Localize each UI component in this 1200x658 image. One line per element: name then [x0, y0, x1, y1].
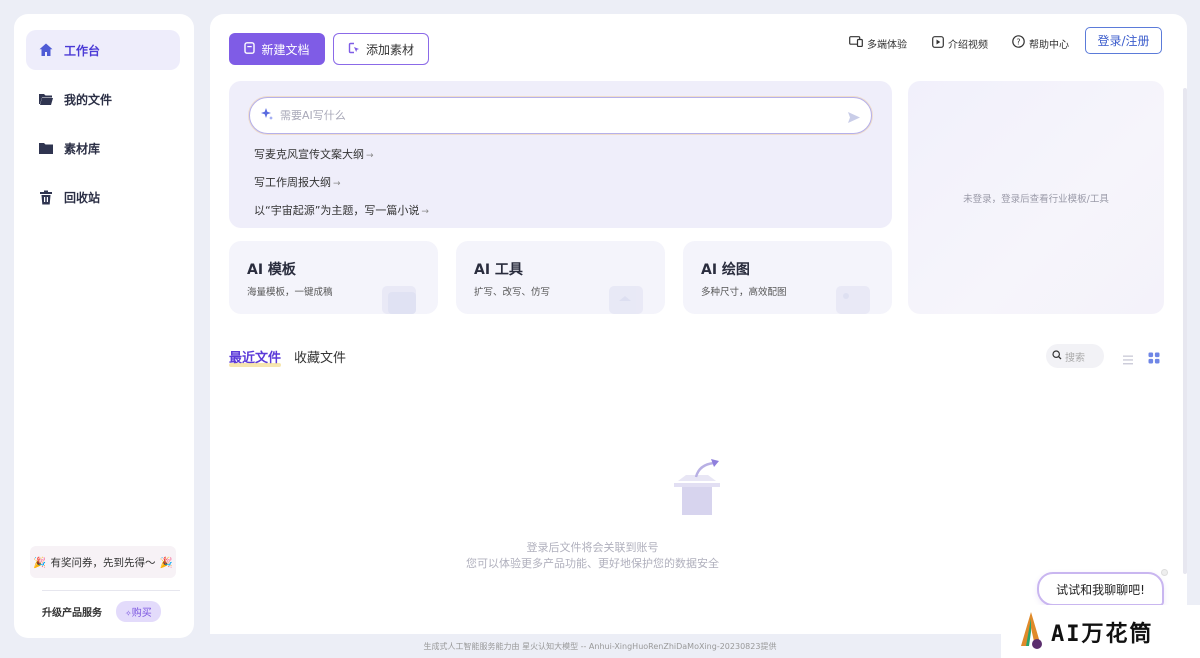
sparkle-icon [260, 106, 274, 125]
multi-device-label: 多端体验 [867, 39, 907, 51]
help-center-label: 帮助中心 [1029, 39, 1069, 51]
add-material-label: 添加素材 [365, 42, 414, 57]
industry-templates-card: 未登录，登录后查看行业模板/工具 [908, 81, 1164, 314]
devices-icon [849, 36, 863, 50]
sidebar-item-trash[interactable]: 回收站 [26, 177, 180, 217]
send-icon[interactable] [847, 109, 861, 128]
ai-writing-panel: 写麦克风宣传文案大纲→ 写工作周报大纲→ 以“宇宙起源”为主题，写一篇小说→ [229, 81, 892, 228]
template-illustration-icon [380, 282, 420, 314]
add-material-button[interactable]: 添加素材 [333, 33, 429, 65]
upgrade-section: 升级产品服务 ✧购买 [42, 601, 161, 622]
sidebar-item-label: 我的文件 [64, 92, 113, 107]
empty-state-subtitle: 您可以体验更多产品功能、更好地保护您的数据安全 [466, 557, 719, 570]
file-tabs: 最近文件 收藏文件 [229, 347, 346, 367]
play-icon [932, 35, 944, 51]
card-title: AI 模板 [247, 262, 296, 278]
search-placeholder: 搜索 [1065, 352, 1085, 364]
prompt-suggestion[interactable]: 写麦克风宣传文案大纲 → [254, 146, 374, 162]
cursor-select-icon [348, 42, 360, 57]
sparkle-icon: ✧ [125, 609, 132, 618]
multi-device-link[interactable]: 多端体验 [849, 36, 907, 51]
folder-open-icon [38, 91, 54, 107]
ai-prompt-box [249, 97, 872, 134]
promo-text: 有奖问券，先到先得～ [50, 556, 156, 569]
intro-video-label: 介绍视频 [948, 39, 988, 51]
buy-button[interactable]: ✧购买 [116, 601, 161, 622]
search-icon [1052, 349, 1062, 363]
sidebar-item-workbench[interactable]: 工作台 [26, 30, 180, 70]
ai-template-card[interactable]: AI 模板 海量模板，一键成稿 [229, 241, 438, 314]
intro-video-link[interactable]: 介绍视频 [932, 35, 988, 51]
buy-label: 购买 [131, 608, 152, 619]
empty-box-icon [668, 459, 726, 521]
sidebar-item-label: 回收站 [64, 190, 101, 205]
sidebar: 工作台 我的文件 素材库 回收站 🎉 有奖问券，先到先得～ 🎉 升级产品服务 ✧… [14, 14, 194, 638]
grid-view-icon[interactable] [1148, 349, 1160, 368]
image-illustration-icon [834, 282, 874, 314]
list-view-icon[interactable] [1122, 350, 1134, 369]
scrollbar[interactable] [1183, 88, 1187, 574]
prompt-suggestion[interactable]: 以“宇宙起源”为主题，写一篇小说 → [254, 202, 429, 218]
survey-promo-banner[interactable]: 🎉 有奖问券，先到先得～ 🎉 [30, 546, 176, 578]
suggestion-text: 写麦克风宣传文案大纲 [254, 148, 364, 161]
new-document-button[interactable]: 新建文档 [229, 33, 325, 65]
folder-icon [38, 140, 54, 156]
arrow-right-icon: → [333, 179, 341, 189]
watermark-logo: AI万花筒 [1001, 605, 1200, 658]
home-icon [38, 42, 54, 58]
party-popper-icon: 🎉 [33, 556, 47, 569]
suggestion-text: 写工作周报大纲 [254, 176, 331, 189]
card-title: AI 绘图 [701, 262, 750, 278]
svg-text:?: ? [1016, 37, 1020, 46]
document-icon [244, 41, 256, 57]
login-register-button[interactable]: 登录/注册 [1085, 27, 1162, 54]
ai-drawing-card[interactable]: AI 绘图 多种尺寸，高效配图 [683, 241, 892, 314]
new-document-label: 新建文档 [261, 42, 310, 57]
trash-icon [38, 189, 54, 205]
prompt-suggestion[interactable]: 写工作周报大纲 → [254, 174, 341, 190]
upgrade-label: 升级产品服务 [42, 608, 102, 619]
tab-recent-files[interactable]: 最近文件 [229, 347, 282, 367]
tab-favorite-files[interactable]: 收藏文件 [294, 347, 346, 366]
logo-icon [1019, 610, 1045, 654]
chat-assistant-button[interactable]: 试试和我聊聊吧! [1037, 572, 1164, 606]
arrow-right-icon: → [421, 207, 429, 217]
ai-prompt-input[interactable] [280, 109, 871, 122]
party-popper-icon: 🎉 [159, 556, 173, 569]
sidebar-item-label: 工作台 [64, 43, 101, 58]
divider [42, 590, 180, 591]
sidebar-item-label: 素材库 [64, 141, 101, 156]
file-search[interactable]: 搜索 [1046, 344, 1104, 368]
sidebar-item-materials[interactable]: 素材库 [26, 128, 180, 168]
login-prompt-text: 未登录，登录后查看行业模板/工具 [963, 193, 1109, 205]
help-center-link[interactable]: ? 帮助中心 [1012, 35, 1069, 51]
sidebar-item-my-files[interactable]: 我的文件 [26, 79, 180, 119]
tool-illustration-icon [607, 282, 647, 314]
suggestion-text: 以“宇宙起源”为主题，写一篇小说 [254, 204, 420, 217]
main-panel: 新建文档 添加素材 多端体验 介绍视频 ? 帮助中心 登录/注册 需要AI写什么… [210, 14, 1187, 634]
arrow-right-icon: → [366, 151, 374, 161]
close-icon[interactable] [1161, 569, 1168, 576]
help-circle-icon: ? [1012, 35, 1025, 51]
empty-state-title: 登录后文件将会关联到账号 [526, 541, 659, 554]
watermark-text: AI万花筒 [1051, 621, 1154, 647]
ai-tool-card[interactable]: AI 工具 扩写、改写、仿写 [456, 241, 665, 314]
card-title: AI 工具 [474, 262, 523, 278]
